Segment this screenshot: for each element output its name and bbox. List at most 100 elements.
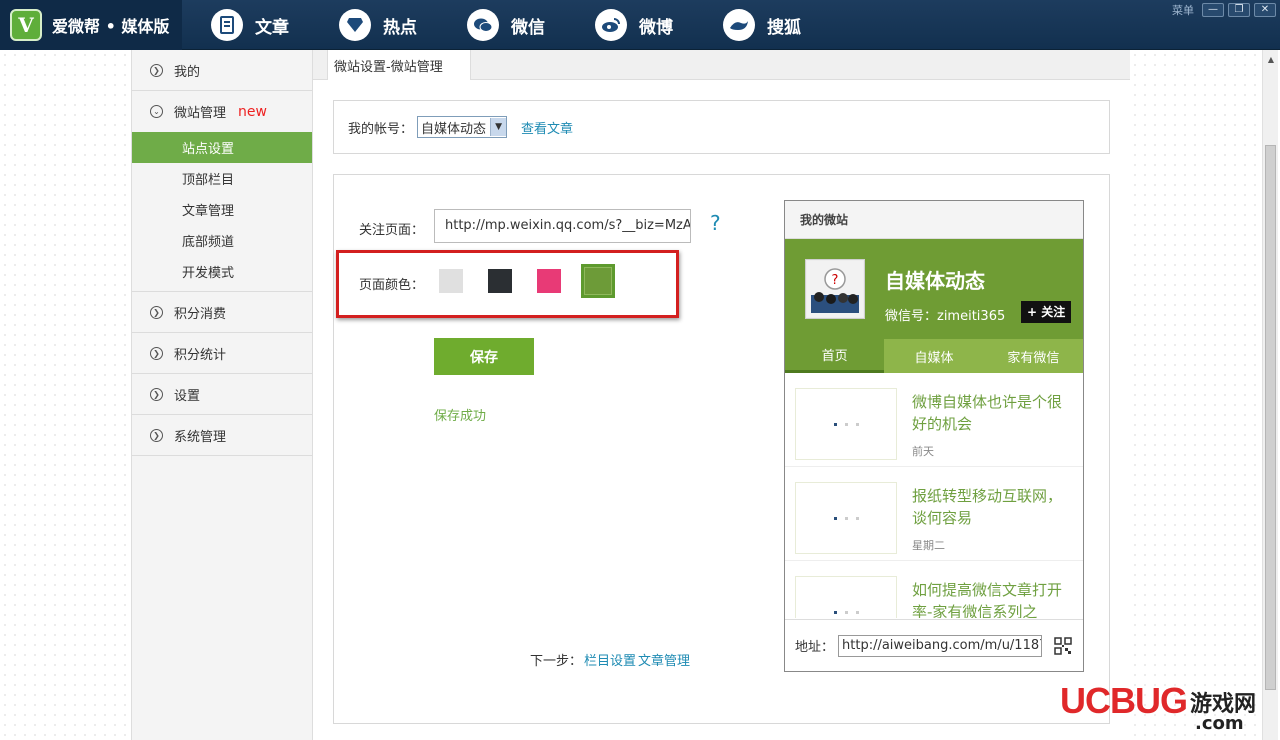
follow-page-label: 关注页面： (359, 223, 425, 238)
next-articles-link[interactable]: 文章管理 (638, 654, 690, 669)
new-badge: new (238, 103, 267, 120)
sidebar-item-label: 积分消费 (174, 306, 227, 322)
chevron-down-icon: ⌄ (150, 105, 163, 118)
color-swatch-green-selected[interactable] (581, 264, 615, 298)
chevron-right-icon: ❯ (150, 346, 163, 360)
sidebar-item-system[interactable]: ❯ 系统管理 (132, 415, 312, 456)
article-title: 微博自媒体也许是个很好的机会 (912, 393, 1063, 433)
sidebar-item-label: 设置 (174, 388, 201, 404)
scroll-up-icon[interactable]: ▲ (1263, 52, 1279, 68)
preview-article-list: 微博自媒体也许是个很好的机会 前天 报纸转型移动互联网，谈何容易 星期二 如何提… (785, 373, 1083, 618)
save-success-text: 保存成功 (434, 409, 487, 424)
article-date: 星期二 (912, 539, 945, 552)
nav-label: 微博 (639, 17, 673, 38)
tab-bar: 微站设置-微站管理 (313, 50, 1130, 80)
thumbnail-placeholder (795, 482, 897, 554)
article-title: 如何提高微信文章打开率-家有微信系列之 (912, 581, 1063, 618)
sidebar-item-label: 微站管理 (174, 106, 227, 121)
address-label: 地址： (795, 640, 835, 655)
microsite-preview: 我的微站 ? 自媒体动态 微信号：zimeiti365 + 关注 首页 自媒体 … (784, 200, 1084, 672)
color-swatch-gray[interactable] (439, 269, 463, 293)
color-swatch-pink[interactable] (537, 269, 561, 293)
sidebar-item-site-mgmt[interactable]: ⌄ 微站管理 new (132, 91, 312, 132)
account-selected-value: 自媒体动态 (421, 121, 487, 137)
preview-wechat-id: 微信号：zimeiti365 (885, 309, 1006, 324)
sidebar-item-label: 我的 (174, 64, 201, 80)
app-logo[interactable]: V 爱微帮 • 媒体版 (0, 0, 182, 50)
restore-icon[interactable]: ❐ (1228, 3, 1250, 17)
avatar: ? (805, 259, 865, 319)
sohu-icon (723, 9, 755, 41)
close-icon[interactable]: ✕ (1254, 3, 1276, 17)
nav-wechat[interactable]: 微信 (467, 0, 545, 50)
scroll-thumb[interactable] (1265, 145, 1276, 690)
nav-weibo[interactable]: 微博 (595, 0, 673, 50)
preview-header: ? 自媒体动态 微信号：zimeiti365 + 关注 (785, 239, 1083, 339)
vertical-scrollbar[interactable]: ▲ (1262, 50, 1278, 740)
account-panel: 我的帐号： 自媒体动态 ▼ 查看文章 (333, 100, 1110, 154)
sidebar-item-points-spend[interactable]: ❯ 积分消费 (132, 292, 312, 333)
document-icon (211, 9, 243, 41)
article-date: 前天 (912, 445, 934, 458)
account-label: 我的帐号： (348, 121, 414, 137)
diamond-icon (339, 9, 371, 41)
minimize-icon[interactable]: — (1202, 3, 1224, 17)
list-item[interactable]: 报纸转型移动互联网，谈何容易 星期二 (785, 467, 1083, 561)
preview-tabs: 首页 自媒体 家有微信 (785, 339, 1083, 373)
watermark: UCBUG 游戏网 .com (1060, 680, 1275, 738)
weibo-icon (595, 9, 627, 41)
qr-code-icon[interactable] (1054, 636, 1072, 655)
thumbnail-placeholder (795, 388, 897, 460)
nav-sohu[interactable]: 搜狐 (723, 0, 801, 50)
nav-hot[interactable]: 热点 (339, 0, 417, 50)
page-color-label: 页面颜色： (359, 278, 425, 293)
list-item[interactable]: 微博自媒体也许是个很好的机会 前天 (785, 373, 1083, 467)
account-select[interactable]: 自媒体动态 ▼ (417, 116, 508, 138)
sidebar-item-my[interactable]: ❯ 我的 (132, 50, 312, 91)
app-title: 爱微帮 • 媒体版 (52, 17, 170, 36)
sidebar-item-points-stats[interactable]: ❯ 积分统计 (132, 333, 312, 374)
view-articles-link[interactable]: 查看文章 (521, 118, 573, 137)
follow-button[interactable]: + 关注 (1021, 301, 1072, 323)
preview-address-bar: 地址： http://aiweibang.com/m/u/1187 (785, 619, 1083, 671)
address-input[interactable]: http://aiweibang.com/m/u/1187 (838, 634, 1043, 657)
chevron-down-icon: ▼ (490, 118, 507, 136)
svg-text:?: ? (832, 273, 839, 288)
tab-site-settings[interactable]: 微站设置-微站管理 (327, 50, 471, 80)
menu-link[interactable]: 菜单 (1172, 2, 1194, 18)
color-swatch-black[interactable] (488, 269, 512, 293)
sidebar-item-top-columns[interactable]: 顶部栏目 (132, 163, 312, 194)
top-navigation-bar: V 爱微帮 • 媒体版 文章 热点 微信 微博 搜狐 菜单 — ❐ ✕ (0, 0, 1280, 50)
list-item[interactable]: 如何提高微信文章打开率-家有微信系列之 (785, 561, 1083, 618)
sidebar-item-site-settings[interactable]: 站点设置 (132, 132, 312, 163)
nav-label: 文章 (255, 17, 289, 38)
sidebar-item-label: 积分统计 (174, 347, 227, 363)
next-step-label: 下一步： (530, 654, 583, 669)
nav-label: 热点 (383, 17, 417, 38)
logo-v-icon: V (10, 9, 42, 41)
next-columns-link[interactable]: 栏目设置 (584, 654, 636, 669)
help-icon[interactable]: ? (710, 211, 721, 235)
next-step-links: 下一步： 栏目设置 文章管理 (530, 650, 690, 669)
follow-page-input[interactable]: http://mp.weixin.qq.com/s?__biz=MzA4N (434, 209, 691, 243)
chevron-right-icon: ❯ (150, 428, 163, 442)
preview-tab-wechat[interactable]: 家有微信 (984, 339, 1083, 373)
article-title: 报纸转型移动互联网，谈何容易 (912, 487, 1063, 527)
sidebar-item-label: 系统管理 (174, 429, 227, 445)
thumbnail-placeholder (795, 576, 897, 618)
chevron-right-icon: ❯ (150, 305, 163, 319)
save-button[interactable]: 保存 (434, 338, 534, 375)
chevron-right-icon: ❯ (150, 63, 163, 77)
window-controls: 菜单 — ❐ ✕ (1172, 2, 1276, 18)
preview-tab-media[interactable]: 自媒体 (884, 339, 983, 373)
sidebar-submenu: 站点设置 顶部栏目 文章管理 底部频道 开发模式 (132, 132, 312, 292)
sidebar-item-settings[interactable]: ❯ 设置 (132, 374, 312, 415)
sidebar-item-dev-mode[interactable]: 开发模式 (132, 256, 312, 287)
watermark-brand: UCBUG (1060, 680, 1188, 721)
preview-site-name: 自媒体动态 (885, 269, 985, 293)
sidebar-item-article-mgmt[interactable]: 文章管理 (132, 194, 312, 225)
preview-tab-home[interactable]: 首页 (785, 339, 885, 373)
sidebar: ❯ 我的 ⌄ 微站管理 new 站点设置 顶部栏目 文章管理 底部频道 开发模式… (131, 50, 313, 740)
nav-articles[interactable]: 文章 (211, 0, 289, 50)
sidebar-item-bottom-channel[interactable]: 底部频道 (132, 225, 312, 256)
